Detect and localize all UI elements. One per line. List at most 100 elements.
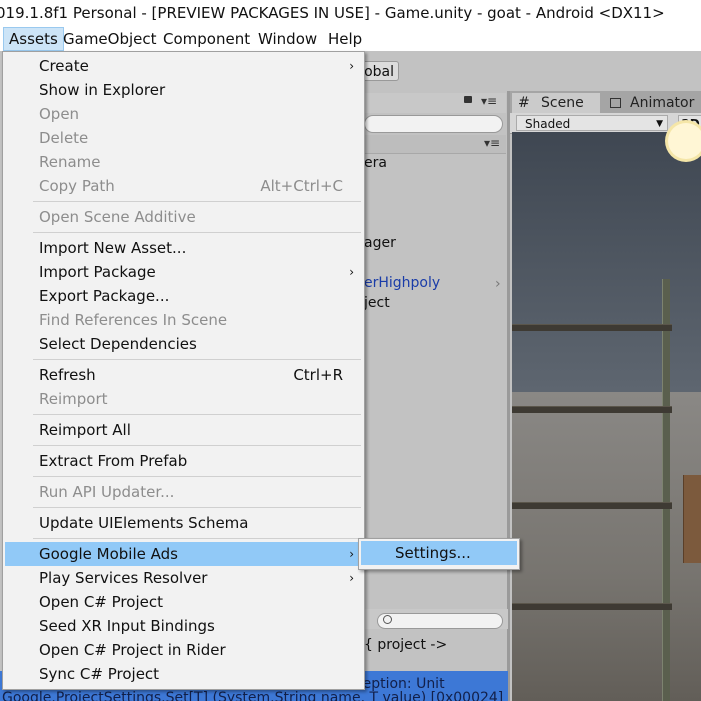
scene-crate <box>683 475 701 563</box>
menu-item-label: Play Services Resolver <box>39 569 208 587</box>
hierarchy-item-prefab[interactable]: erHighpoly <box>364 275 440 291</box>
menu-help[interactable]: Help <box>323 28 367 50</box>
menu-assets[interactable]: Assets <box>3 27 64 51</box>
menu-item-open-scene-additive: Open Scene Additive <box>5 205 362 229</box>
chevron-right-icon[interactable]: › <box>495 276 501 292</box>
menu-item-label: Open C# Project <box>39 593 163 611</box>
menu-item-refresh[interactable]: Refresh Ctrl+R <box>5 363 362 387</box>
menu-item-label: Google Mobile Ads <box>39 545 178 563</box>
tab-scene-label: Scene <box>541 95 584 111</box>
menu-item-label: Import Package <box>39 263 156 281</box>
chevron-right-icon: › <box>349 59 354 73</box>
menu-gameobject[interactable]: GameObject <box>58 28 162 50</box>
console-project-line: { project -> <box>364 637 448 653</box>
menu-item-rename: Rename <box>5 150 362 174</box>
menu-item-import-new-asset[interactable]: Import New Asset... <box>5 236 362 260</box>
menu-item-label: Refresh <box>39 366 96 384</box>
menu-item-show-in-explorer[interactable]: Show in Explorer <box>5 78 362 102</box>
menu-window[interactable]: Window <box>253 28 322 50</box>
menu-item-settings[interactable]: Settings... <box>361 541 517 565</box>
menu-item-create[interactable]: Create › <box>5 54 362 78</box>
menu-item-seed-xr-input-bindings[interactable]: Seed XR Input Bindings <box>5 614 362 638</box>
google-mobile-ads-submenu: Settings... <box>358 538 520 570</box>
chevron-right-icon: › <box>349 265 354 279</box>
hierarchy-item[interactable]: ject <box>364 295 390 311</box>
menu-item-update-uielements-schema[interactable]: Update UIElements Schema <box>5 511 362 535</box>
menu-item-label: Copy Path <box>39 177 115 195</box>
tab-animator[interactable]: Animator <box>606 93 701 113</box>
menu-item-reimport: Reimport <box>5 387 362 411</box>
window-title-bar: 019.1.8f1 Personal - [PREVIEW PACKAGES I… <box>0 0 701 26</box>
menu-item-label: Settings... <box>395 544 471 562</box>
menu-item-label: Rename <box>39 153 101 171</box>
menu-item-import-package[interactable]: Import Package › <box>5 260 362 284</box>
menu-item-sync-csharp-project[interactable]: Sync C# Project <box>5 662 362 686</box>
menu-separator <box>33 414 361 415</box>
hash-icon: # <box>518 95 530 111</box>
menu-item-run-api-updater: Run API Updater... <box>5 480 362 504</box>
menu-item-label: Create <box>39 57 89 75</box>
menu-item-label: Find References In Scene <box>39 311 228 329</box>
hierarchy-item[interactable]: era <box>364 155 387 171</box>
lock-icon[interactable] <box>464 96 472 103</box>
menu-item-select-dependencies[interactable]: Select Dependencies <box>5 332 362 356</box>
menu-item-shortcut: Alt+Ctrl+C <box>260 177 343 195</box>
menu-separator <box>33 201 361 202</box>
sun-icon <box>668 123 701 159</box>
menu-item-export-package[interactable]: Export Package... <box>5 284 362 308</box>
menu-separator <box>33 476 361 477</box>
assets-menu: Create › Show in Explorer Open Delete Ren… <box>2 51 365 690</box>
menu-item-google-mobile-ads[interactable]: Google Mobile Ads › <box>5 542 362 566</box>
menu-item-label: Select Dependencies <box>39 335 197 353</box>
menu-separator <box>33 232 361 233</box>
menu-item-label: Open C# Project in Rider <box>39 641 226 659</box>
menu-item-extract-from-prefab[interactable]: Extract From Prefab <box>5 449 362 473</box>
menu-item-label: Seed XR Input Bindings <box>39 617 215 635</box>
console-error-line: Google.ProjectSettings.Set[T] (System.St… <box>2 690 504 701</box>
hierarchy-item[interactable]: ager <box>364 235 396 251</box>
chevron-right-icon: › <box>349 547 354 561</box>
menu-item-label: Reimport <box>39 390 108 408</box>
menu-item-label: Show in Explorer <box>39 81 166 99</box>
menu-item-reimport-all[interactable]: Reimport All <box>5 418 362 442</box>
hierarchy-search-input[interactable] <box>364 115 503 133</box>
chevron-right-icon: › <box>349 571 354 585</box>
menu-item-label: Open <box>39 105 80 123</box>
hierarchy-header: ▾≡ <box>364 93 506 113</box>
menu-item-shortcut: Ctrl+R <box>293 366 343 384</box>
search-icon <box>383 615 392 624</box>
hierarchy-scene-row: ▾≡ <box>364 135 506 154</box>
panel-menu-icon[interactable]: ▾≡ <box>481 94 497 108</box>
menu-separator <box>33 538 361 539</box>
scene-sky <box>512 132 701 392</box>
menu-item-label: Export Package... <box>39 287 170 305</box>
menu-separator <box>33 359 361 360</box>
menu-item-open-csharp-project-in-rider[interactable]: Open C# Project in Rider <box>5 638 362 662</box>
scene-rail <box>512 502 672 509</box>
menu-item-find-references: Find References In Scene <box>5 308 362 332</box>
tab-scene[interactable]: # Scene <box>512 93 600 113</box>
menu-component[interactable]: Component <box>158 28 255 50</box>
shading-mode-dropdown[interactable]: Shaded ▼ <box>516 115 668 131</box>
menu-item-play-services-resolver[interactable]: Play Services Resolver › <box>5 566 362 590</box>
console-search-input[interactable] <box>377 613 503 629</box>
tab-animator-label: Animator <box>630 95 695 111</box>
menu-item-label: Import New Asset... <box>39 239 187 257</box>
menu-item-open-csharp-project[interactable]: Open C# Project <box>5 590 362 614</box>
scene-rail <box>512 406 672 413</box>
menu-separator <box>33 445 361 446</box>
window-title: 019.1.8f1 Personal - [PREVIEW PACKAGES I… <box>0 4 665 22</box>
panel-menu-icon[interactable]: ▾≡ <box>484 136 500 150</box>
menu-item-copy-path: Copy Path Alt+Ctrl+C <box>5 174 362 198</box>
scene-rail <box>512 603 672 610</box>
scene-ground <box>512 392 701 701</box>
menu-item-label: Run API Updater... <box>39 483 175 501</box>
shading-mode-label: Shaded <box>525 117 571 131</box>
menu-item-label: Update UIElements Schema <box>39 514 249 532</box>
menu-item-open: Open <box>5 102 362 126</box>
menu-separator <box>33 507 361 508</box>
menu-bar: Assets GameObject Component Window Help <box>0 26 701 51</box>
scene-pole <box>662 279 670 701</box>
menu-item-label: Delete <box>39 129 89 147</box>
animator-icon <box>610 98 621 108</box>
